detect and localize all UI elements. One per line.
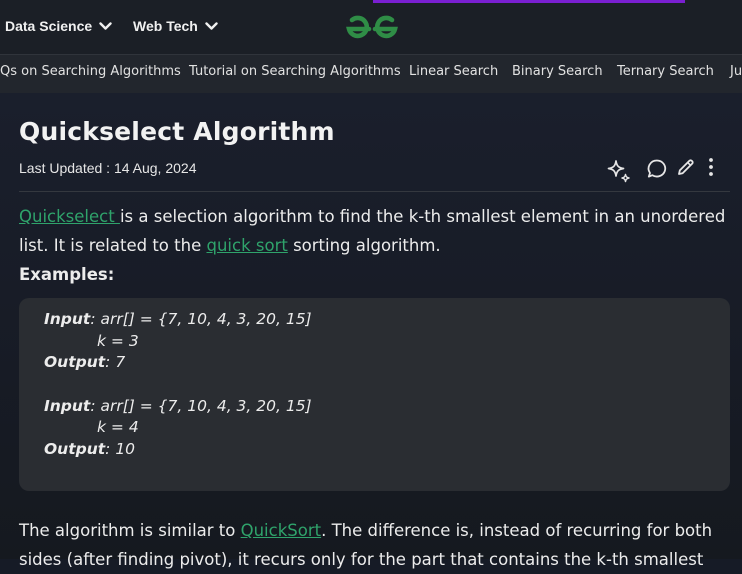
- nav-web-tech[interactable]: Web Tech: [133, 18, 218, 34]
- intro-paragraph: Quickselect is a selection algorithm to …: [19, 202, 731, 260]
- gfg-logo-icon[interactable]: [341, 12, 403, 48]
- subnav-item-ternary-search[interactable]: Ternary Search: [617, 64, 714, 79]
- para2-text-1: The algorithm is similar to: [19, 521, 241, 540]
- reading-progress-bar: [373, 0, 685, 3]
- edit-pencil-icon[interactable]: [676, 157, 696, 181]
- subnav-item-jump-search[interactable]: Ju: [730, 64, 742, 79]
- comment-icon[interactable]: [646, 158, 668, 184]
- example-1-input: Input: arr[] = {7, 10, 4, 3, 20, 15]: [44, 310, 312, 328]
- nav-data-science[interactable]: Data Science: [5, 18, 112, 34]
- examples-heading: Examples:: [19, 265, 115, 284]
- nav-label: Data Science: [5, 18, 93, 34]
- intro-text-2: sorting algorithm.: [287, 236, 441, 255]
- example-box: Input: arr[] = {7, 10, 4, 3, 20, 15] k =…: [19, 298, 730, 491]
- subnav-item-qs-on-searching[interactable]: Qs on Searching Algorithms: [0, 64, 181, 79]
- example-2-output: Output: 10: [44, 440, 136, 458]
- algorithm-paragraph: The algorithm is similar to QuickSort. T…: [19, 516, 731, 574]
- title-divider: [19, 191, 730, 192]
- subnav-item-tutorial[interactable]: Tutorial on Searching Algorithms: [189, 64, 401, 79]
- quick-sort-link[interactable]: quick sort: [206, 236, 287, 255]
- nav-label: Web Tech: [133, 18, 198, 34]
- example-2-input: Input: arr[] = {7, 10, 4, 3, 20, 15]: [44, 397, 312, 415]
- page-title: Quickselect Algorithm: [19, 117, 335, 146]
- article: Quickselect Algorithm Last Updated : 14 …: [0, 93, 742, 569]
- quickselect-link[interactable]: Quickselect: [19, 207, 120, 226]
- top-navigation: Data Science Web Tech: [0, 0, 742, 55]
- more-vertical-icon[interactable]: [705, 157, 717, 181]
- subnav-item-binary-search[interactable]: Binary Search: [512, 64, 603, 79]
- last-updated: Last Updated : 14 Aug, 2024: [19, 160, 197, 176]
- subnav-item-linear-search[interactable]: Linear Search: [409, 64, 498, 79]
- example-1-output: Output: 7: [44, 353, 126, 371]
- chevron-down-icon: [99, 21, 112, 30]
- quicksort-link[interactable]: QuickSort: [241, 521, 321, 540]
- sub-navigation: Qs on Searching Algorithms Tutorial on S…: [0, 55, 742, 93]
- chevron-down-icon: [205, 21, 218, 30]
- ai-sparkle-icon[interactable]: [606, 159, 632, 189]
- example-1-k: k = 3: [97, 332, 139, 350]
- example-2-k: k = 4: [97, 418, 139, 436]
